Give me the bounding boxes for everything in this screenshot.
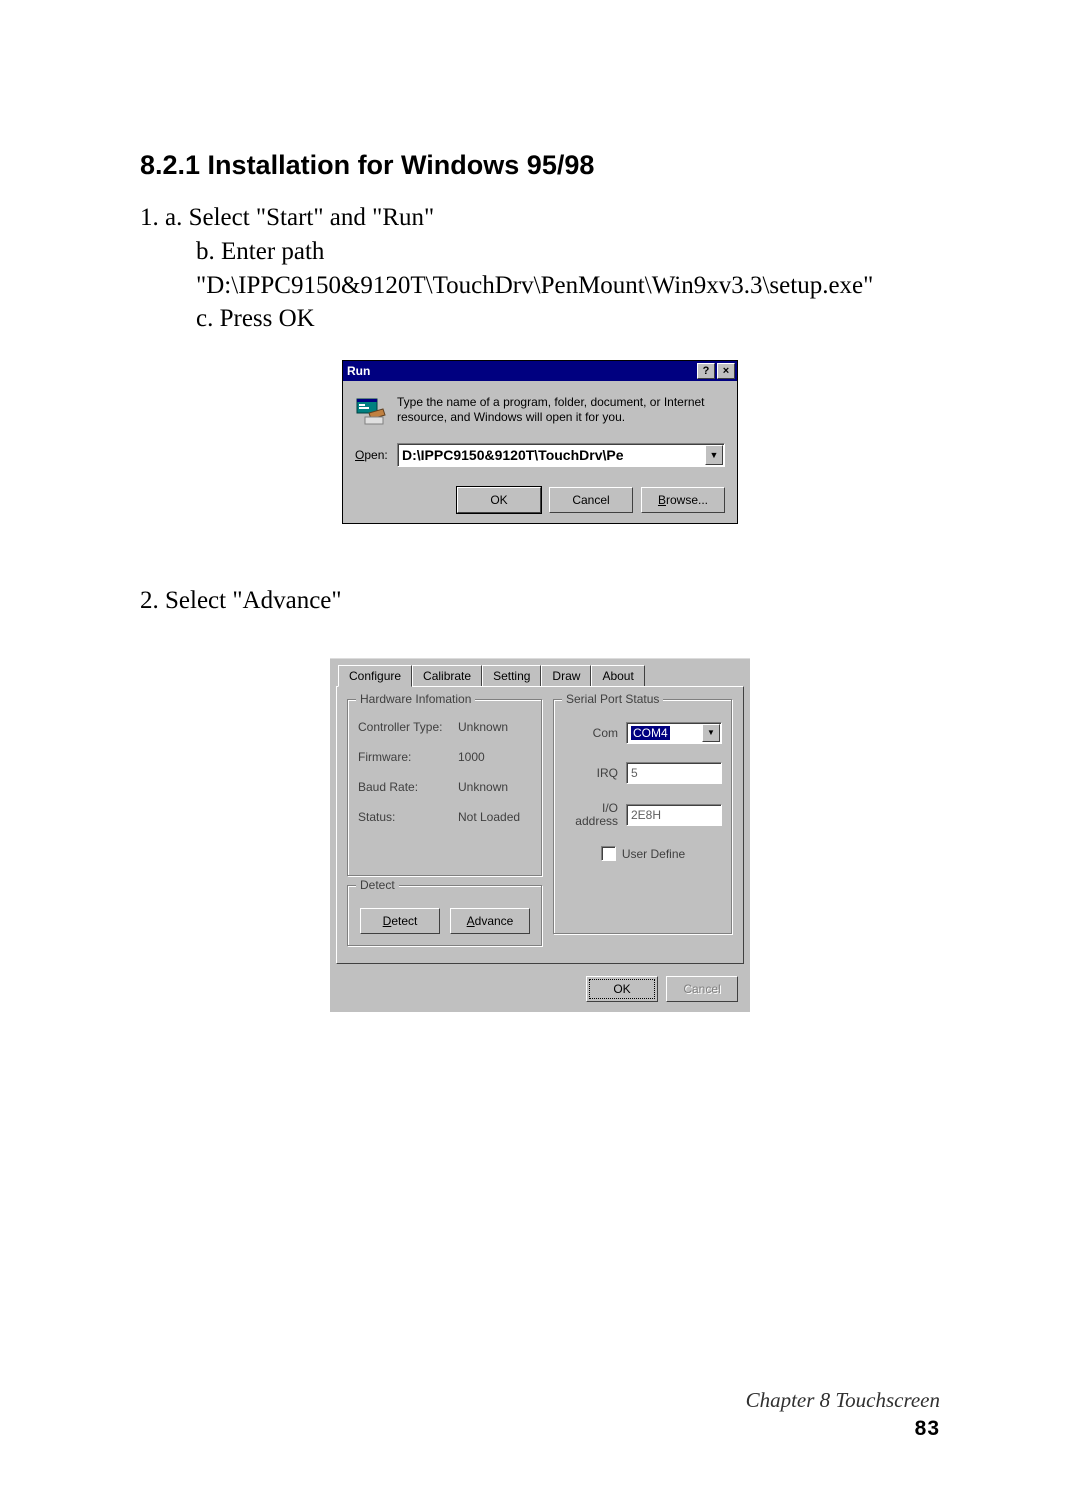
tab-about[interactable]: About [591,665,644,686]
step1-c: c. Press OK [196,302,940,336]
com-value: COM4 [631,726,670,740]
detect-group-title: Detect [356,878,399,892]
status-value: Not Loaded [458,810,520,824]
close-button[interactable]: × [717,363,735,379]
io-address-label: I/O address [564,802,626,828]
section-heading: 8.2.1 Installation for Windows 95/98 [140,150,940,181]
baud-rate-label: Baud Rate: [358,780,458,794]
irq-input[interactable]: 5 [626,762,722,784]
com-select[interactable]: COM4 ▼ [626,722,722,744]
tab-panel-configure: Hardware Infomation Controller Type:Unkn… [336,686,744,964]
io-address-input[interactable]: 2E8H [626,804,722,826]
com-label: Com [564,726,626,740]
config-cancel-button: Cancel [666,976,738,1002]
run-dialog: Run ? × Type the name of a program, fold… [342,360,738,524]
step1-a: 1. a. Select "Start" and "Run" [140,201,940,235]
tab-strip: Configure Calibrate Setting Draw About [330,665,750,686]
step-2-text: 2. Select "Advance" [140,584,940,618]
detect-group: Detect Detect Advance [347,885,543,947]
run-description: Type the name of a program, folder, docu… [387,395,725,427]
chevron-down-icon[interactable]: ▼ [702,724,720,742]
ok-button[interactable]: OK [457,487,541,513]
user-define-label: User Define [622,847,685,861]
step1-path: "D:\IPPC9150&9120T\TouchDrv\PenMount\Win… [196,269,940,303]
config-dialog: Configure Calibrate Setting Draw About H… [330,658,750,1012]
status-label: Status: [358,810,458,824]
tab-configure[interactable]: Configure [338,665,412,687]
step-1-text: 1. a. Select "Start" and "Run" b. Enter … [140,201,940,336]
io-address-value: 2E8H [631,808,661,822]
tab-calibrate[interactable]: Calibrate [412,665,482,686]
run-titlebar: Run ? × [343,361,737,381]
page-footer: Chapter 8 Touchscreen 83 [746,1388,940,1441]
page-number: 83 [746,1417,940,1441]
config-ok-button[interactable]: OK [586,976,658,1002]
firmware-label: Firmware: [358,750,458,764]
tab-draw[interactable]: Draw [541,665,591,686]
open-input[interactable]: D:\IPPC9150&9120T\TouchDrv\Pe ▼ [397,443,725,467]
detect-button[interactable]: Detect [360,908,440,934]
open-input-value: D:\IPPC9150&9120T\TouchDrv\Pe [402,447,624,463]
controller-type-label: Controller Type: [358,720,458,734]
browse-button[interactable]: Browse... [641,487,725,513]
baud-rate-value: Unknown [458,780,508,794]
hardware-info-group: Hardware Infomation Controller Type:Unkn… [347,699,543,877]
run-icon [355,395,387,427]
irq-value: 5 [631,766,638,780]
hardware-info-title: Hardware Infomation [356,692,475,706]
advance-button[interactable]: Advance [450,908,530,934]
chapter-label: Chapter 8 Touchscreen [746,1388,940,1413]
help-button[interactable]: ? [697,363,715,379]
cancel-button[interactable]: Cancel [549,487,633,513]
irq-label: IRQ [564,766,626,780]
user-define-checkbox[interactable] [601,846,616,861]
controller-type-value: Unknown [458,720,508,734]
open-label: Open: [355,448,397,462]
serial-port-status-group: Serial Port Status Com COM4 ▼ IRQ 5 I/O … [553,699,733,935]
run-title: Run [347,364,695,378]
serial-port-status-title: Serial Port Status [562,692,663,706]
firmware-value: 1000 [458,750,485,764]
step1-b: b. Enter path [196,235,940,269]
tab-setting[interactable]: Setting [482,665,541,686]
dropdown-arrow-icon[interactable]: ▼ [705,445,723,465]
